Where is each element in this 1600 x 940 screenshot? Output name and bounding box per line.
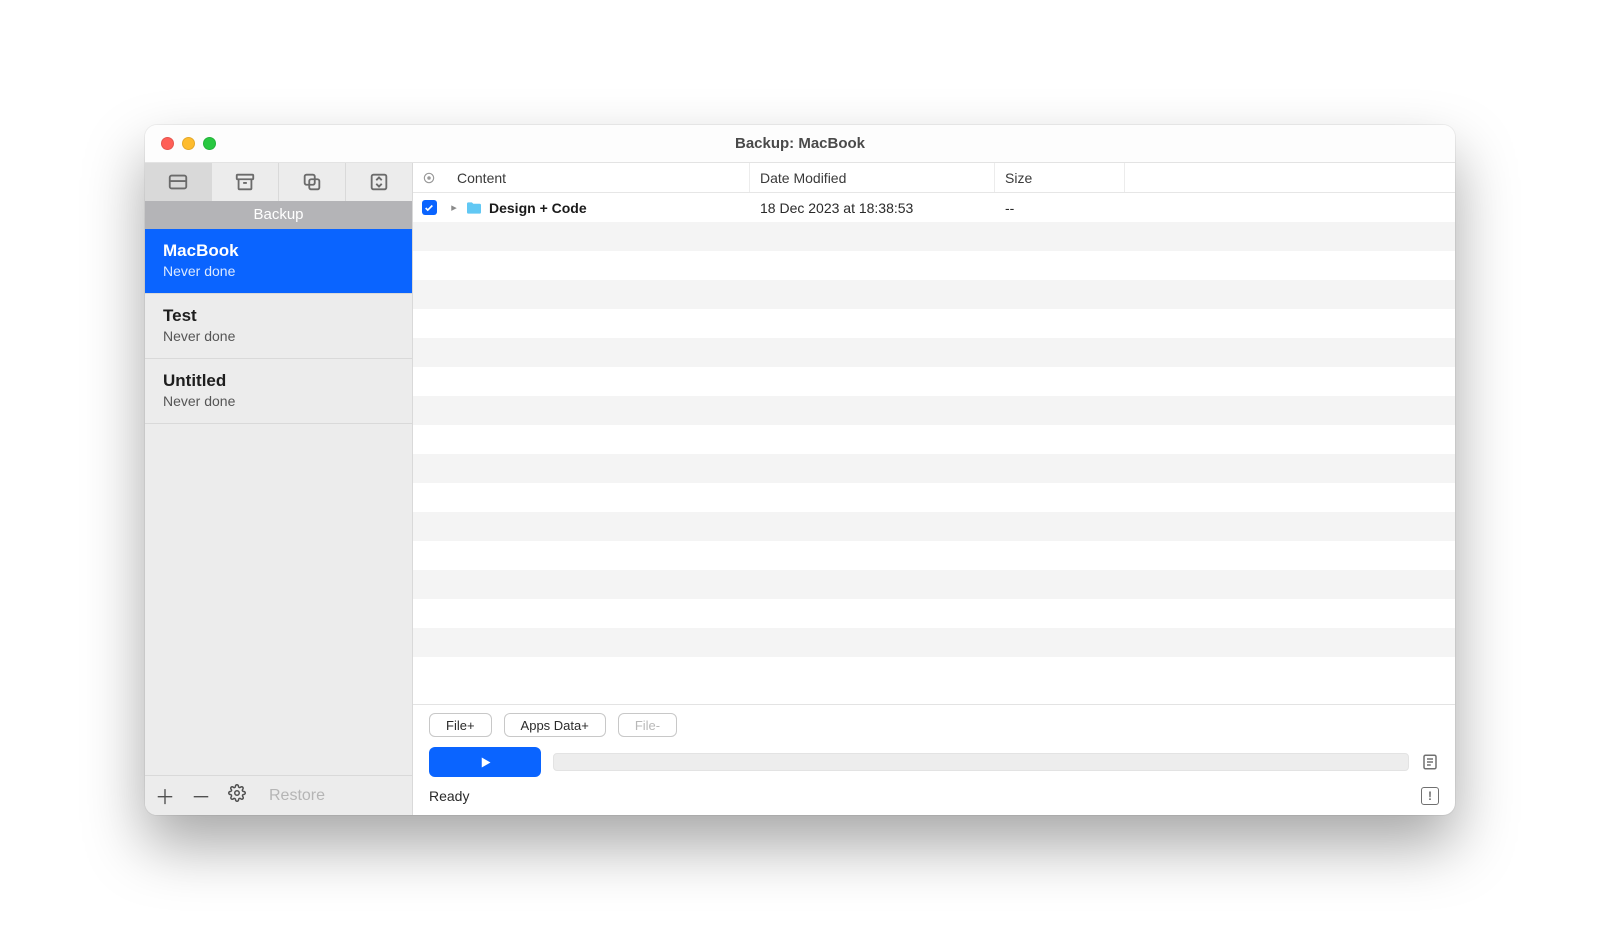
task-item-macbook[interactable]: MacBook Never done (145, 229, 412, 294)
header-content[interactable]: Content (445, 163, 750, 192)
gear-icon (228, 784, 246, 802)
status-text: Ready (429, 788, 469, 804)
progress-bar (553, 753, 1409, 771)
mode-tabs (145, 163, 412, 201)
header-modified[interactable]: Date Modified (750, 163, 995, 192)
task-name: Untitled (163, 371, 394, 391)
file-table-body: ▸ Design + Code 18 Dec 2023 at 18:38:53 … (413, 193, 1455, 704)
check-icon (424, 203, 434, 213)
close-window-button[interactable] (161, 137, 174, 150)
app-window: Backup: MacBook (145, 125, 1455, 815)
titlebar: Backup: MacBook (145, 125, 1455, 163)
clone-icon (301, 171, 323, 193)
row-modified: 18 Dec 2023 at 18:38:53 (750, 200, 995, 216)
main-panel: Content Date Modified Size ▸ (413, 163, 1455, 815)
mode-tab-backup[interactable] (145, 163, 212, 201)
mode-header: Backup (145, 201, 412, 229)
task-item-untitled[interactable]: Untitled Never done (145, 359, 412, 424)
row-size: -- (995, 200, 1125, 216)
window-title: Backup: MacBook (145, 135, 1455, 152)
row-checkbox[interactable] (422, 200, 437, 215)
action-bar: File+ Apps Data+ File- Re (413, 704, 1455, 815)
mode-tab-sync[interactable] (346, 163, 412, 201)
task-name: Test (163, 306, 394, 326)
apps-data-add-button[interactable]: Apps Data+ (504, 713, 606, 737)
mode-tab-archive[interactable] (212, 163, 279, 201)
zoom-window-button[interactable] (203, 137, 216, 150)
sidebar-footer: ＋ － Restore (145, 775, 412, 815)
warnings-button[interactable]: ! (1421, 787, 1439, 805)
add-task-button[interactable]: ＋ (155, 781, 175, 810)
task-item-test[interactable]: Test Never done (145, 294, 412, 359)
minimize-window-button[interactable] (182, 137, 195, 150)
sidebar: Backup MacBook Never done Test Never don… (145, 163, 413, 815)
header-target-column[interactable] (413, 171, 445, 185)
sync-icon (368, 171, 390, 193)
row-name: Design + Code (489, 200, 587, 216)
backup-icon (167, 171, 189, 193)
task-status: Never done (163, 328, 394, 344)
file-add-button[interactable]: File+ (429, 713, 492, 737)
header-size[interactable]: Size (995, 163, 1125, 192)
settings-button[interactable] (227, 784, 247, 808)
target-icon (422, 171, 436, 185)
run-button[interactable] (429, 747, 541, 777)
log-icon[interactable] (1421, 753, 1439, 771)
folder-icon (465, 201, 483, 215)
table-row[interactable]: ▸ Design + Code 18 Dec 2023 at 18:38:53 … (413, 193, 1455, 222)
disclosure-triangle[interactable]: ▸ (449, 201, 459, 214)
task-status: Never done (163, 263, 394, 279)
file-table-header: Content Date Modified Size (413, 163, 1455, 193)
file-remove-button: File- (618, 713, 677, 737)
task-status: Never done (163, 393, 394, 409)
archive-icon (234, 171, 256, 193)
restore-button[interactable]: Restore (269, 787, 325, 805)
play-icon (478, 755, 493, 770)
mode-tab-clone[interactable] (279, 163, 346, 201)
task-list: MacBook Never done Test Never done Untit… (145, 229, 412, 775)
remove-task-button[interactable]: － (191, 781, 211, 810)
task-name: MacBook (163, 241, 394, 261)
